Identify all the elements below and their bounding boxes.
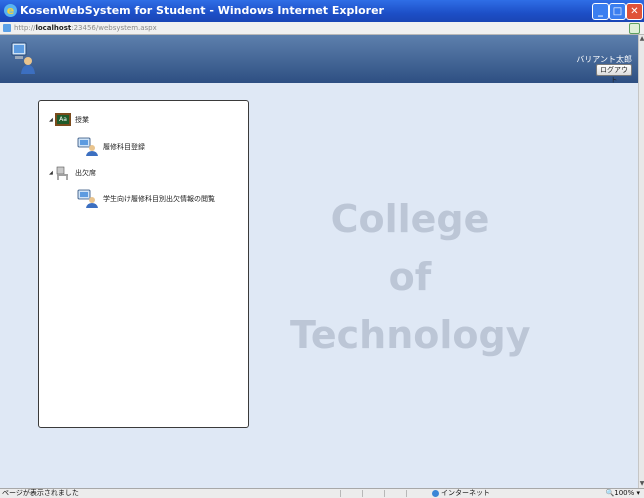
maximize-button[interactable]: □ [609, 3, 626, 20]
magnifier-icon: 🔍 [605, 489, 615, 497]
zone-label: インターネット [441, 489, 490, 497]
window-title: KosenWebSystem for Student - Windows Int… [20, 4, 384, 17]
page-icon [3, 24, 11, 32]
logout-button[interactable]: ログアウト [596, 64, 632, 84]
computer-user-logo-icon [11, 42, 35, 74]
chair-icon [56, 166, 68, 180]
computer-user-icon [77, 189, 98, 208]
url-rest: :23456/websystem.aspx [71, 24, 157, 32]
tree-node-label: 出欠席 [75, 169, 96, 177]
close-button[interactable]: ✕ [626, 3, 643, 20]
url-prefix: http:// [14, 24, 36, 32]
scroll-up-icon[interactable]: ▲ [639, 35, 644, 43]
scroll-down-icon[interactable]: ▼ [639, 480, 644, 488]
zoom-value: 100% [614, 489, 635, 497]
watermark-line: College [330, 197, 490, 241]
navigation-tree: ◢ Aa 授業 履修科目登録 ◢ 出欠席 学生向け履修科目別出欠情報の閲覧 [38, 100, 249, 428]
tree-node-class[interactable]: ◢ Aa 授業 [49, 113, 89, 126]
ie-logo-icon: e [4, 4, 17, 17]
vertical-scrollbar[interactable]: ▲ ▼ [638, 35, 644, 488]
tree-node-attendance-view[interactable]: 学生向け履修科目別出欠情報の閲覧 [77, 189, 215, 209]
watermark-line: of [388, 255, 432, 299]
blackboard-icon: Aa [55, 113, 71, 126]
computer-user-icon [77, 137, 98, 156]
address-bar[interactable]: http://localhost:23456/websystem.aspx [0, 22, 644, 35]
minimize-button[interactable]: _ [592, 3, 609, 20]
tree-node-label: 履修科目登録 [103, 143, 145, 151]
status-divider [362, 490, 363, 497]
url-host: localhost [35, 24, 72, 32]
status-divider [406, 490, 407, 497]
watermark-text: College of Technology [290, 190, 531, 364]
status-divider [340, 490, 341, 497]
window-titlebar: e KosenWebSystem for Student - Windows I… [0, 0, 644, 22]
go-icon[interactable] [629, 23, 640, 34]
watermark-line: Technology [290, 313, 531, 357]
tree-node-attendance[interactable]: ◢ 出欠席 [49, 165, 96, 181]
tree-node-label: 授業 [75, 115, 89, 124]
status-divider [384, 490, 385, 497]
app-header: バリアント太郎 ログアウト [0, 35, 638, 84]
tree-node-label: 学生向け履修科目別出欠情報の閲覧 [103, 195, 215, 203]
globe-icon [432, 489, 439, 497]
tree-node-registration[interactable]: 履修科目登録 [77, 137, 145, 157]
